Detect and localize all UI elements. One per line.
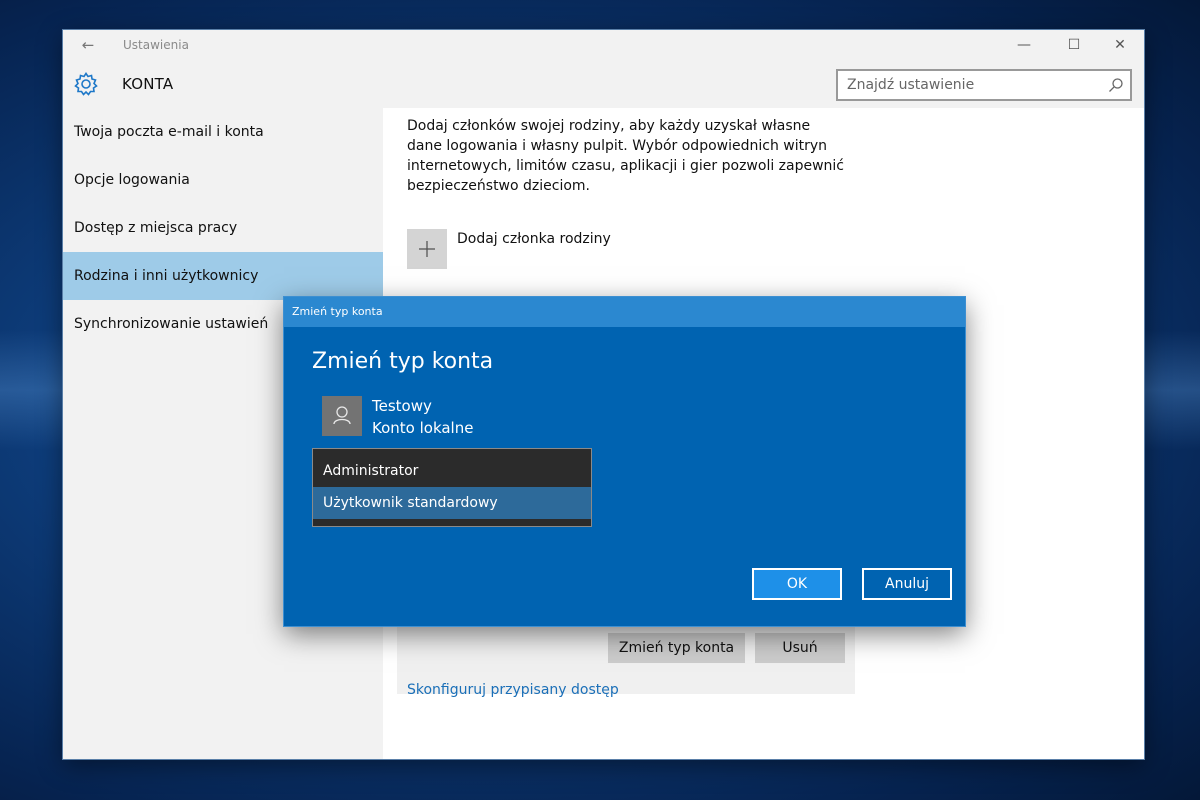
assigned-access-link[interactable]: Skonfiguruj przypisany dostęp — [407, 682, 619, 698]
gear-icon — [74, 72, 98, 96]
maximize-button[interactable]: ☐ — [1059, 34, 1089, 56]
cancel-button[interactable]: Anuluj — [862, 568, 952, 600]
search-input[interactable] — [838, 71, 1100, 99]
close-button[interactable]: ✕ — [1105, 34, 1135, 56]
dialog-user-type: Konto lokalne — [372, 419, 474, 437]
family-intro-text: Dodaj członków swojej rodziny, aby każdy… — [407, 118, 845, 194]
back-arrow-icon[interactable]: ← — [77, 36, 99, 54]
change-account-type-dialog: Zmień typ konta Zmień typ konta Testowy … — [284, 297, 965, 626]
plus-icon — [419, 241, 435, 257]
sidebar-item-work-access[interactable]: Dostęp z miejsca pracy — [63, 204, 383, 252]
search-icon[interactable] — [1108, 77, 1124, 93]
dialog-heading: Zmień typ konta — [312, 349, 494, 374]
sidebar-item-sign-in-options[interactable]: Opcje logowania — [63, 156, 383, 204]
change-account-type-button[interactable]: Zmień typ konta — [608, 633, 745, 663]
settings-header: KONTA — [63, 60, 1144, 108]
dialog-titlebar: Zmień typ konta — [284, 297, 965, 327]
avatar — [322, 396, 362, 436]
sidebar-item-email-accounts[interactable]: Twoja poczta e-mail i konta — [63, 108, 383, 156]
dropdown-option-standard-user[interactable]: Użytkownik standardowy — [313, 487, 591, 519]
add-family-member-label[interactable]: Dodaj członka rodziny — [457, 231, 611, 247]
dropdown-option-administrator[interactable]: Administrator — [313, 455, 591, 487]
page-title: KONTA — [122, 75, 174, 93]
window-title: Ustawienia — [123, 38, 189, 52]
search-box[interactable] — [836, 69, 1132, 101]
dialog-user-name: Testowy — [372, 397, 432, 415]
ok-button[interactable]: OK — [752, 568, 842, 600]
window-titlebar: ← Ustawienia — ☐ ✕ — [63, 30, 1144, 60]
account-type-dropdown[interactable]: Administrator Użytkownik standardowy — [312, 448, 592, 527]
add-family-member-button[interactable] — [407, 229, 447, 269]
sidebar-item-family-users[interactable]: Rodzina i inni użytkownicy — [63, 252, 383, 300]
remove-button[interactable]: Usuń — [755, 633, 845, 663]
user-icon — [333, 406, 351, 425]
minimize-button[interactable]: — — [1009, 34, 1039, 56]
